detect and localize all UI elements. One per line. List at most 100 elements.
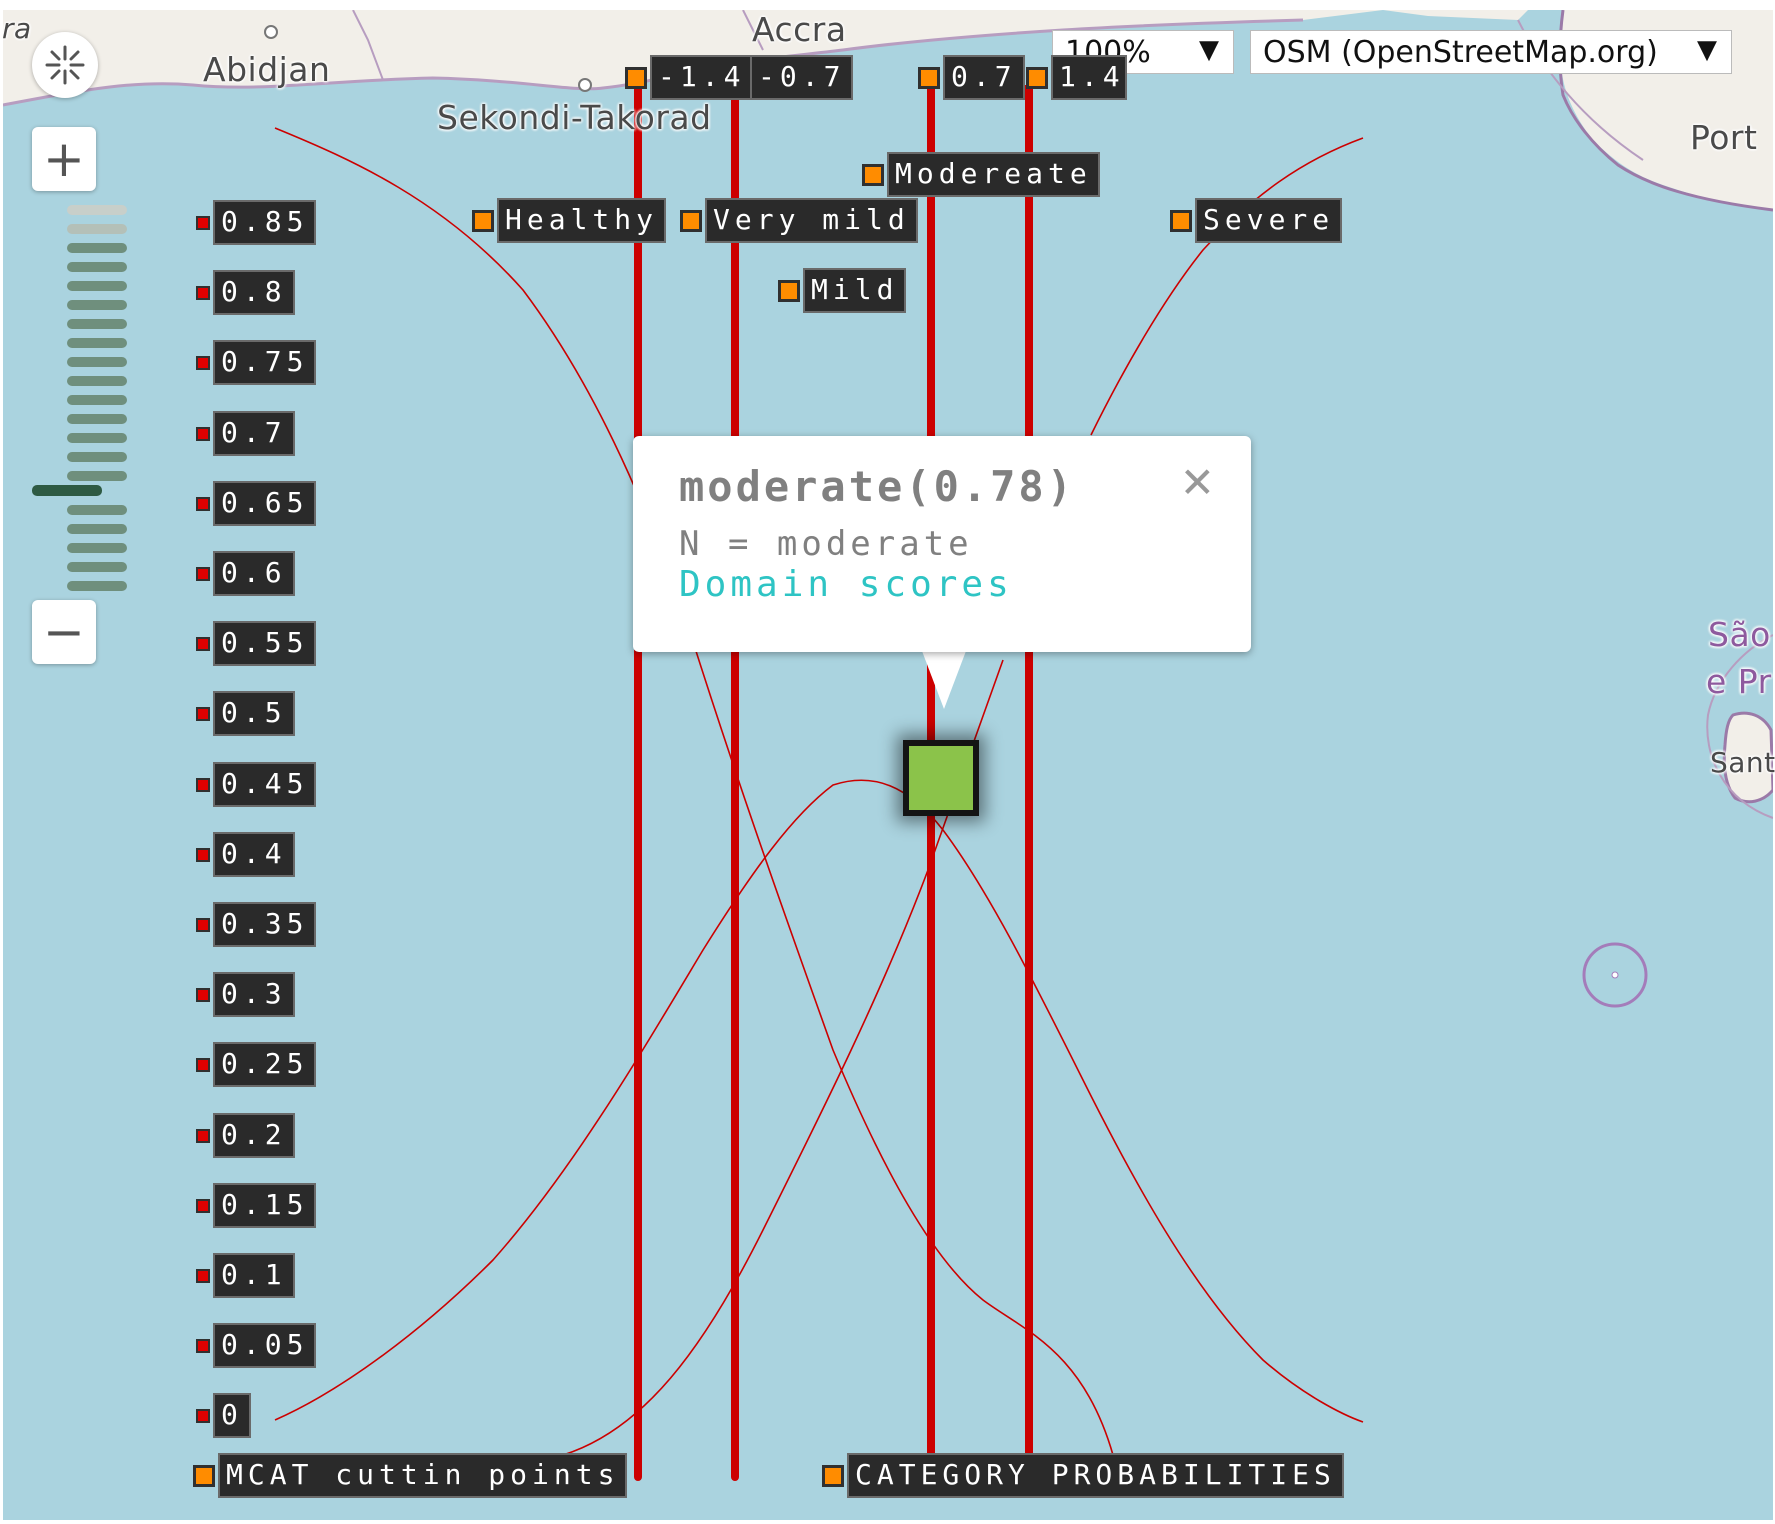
marker-dot-icon	[196, 215, 210, 230]
y-axis-marker[interactable]: 0.3	[196, 972, 295, 1017]
close-icon[interactable]: ✕	[1180, 458, 1215, 507]
zoom-tick	[67, 395, 127, 405]
y-axis-marker[interactable]: 0.85	[196, 200, 317, 245]
y-axis-marker[interactable]: 0.7	[196, 411, 295, 456]
zoom-tick	[67, 224, 127, 234]
y-axis-marker[interactable]: 0.5	[196, 691, 295, 736]
category-label: Severe	[1195, 198, 1343, 243]
zoom-slider-handle[interactable]	[32, 485, 102, 496]
marker-dot-icon	[196, 1408, 210, 1423]
mcat-cutpoints-marker[interactable]: MCAT cuttin points	[193, 1453, 628, 1498]
y-axis-marker[interactable]: 0.55	[196, 621, 317, 666]
cut-value-label: 0.7	[943, 55, 1025, 100]
y-axis-label: 0.6	[213, 551, 295, 596]
y-axis-label: 0.25	[213, 1042, 317, 1087]
marker-dot-icon	[196, 987, 210, 1002]
cut-marker[interactable]: -0.7	[750, 55, 854, 100]
marker-square-icon	[680, 209, 702, 232]
y-axis-marker[interactable]: 0.1	[196, 1253, 295, 1298]
marker-square-icon	[918, 66, 940, 89]
y-axis-label: 0.65	[213, 481, 317, 526]
marker-square-icon	[193, 1464, 215, 1487]
y-axis-marker[interactable]: 0.4	[196, 832, 295, 877]
marker-dot-icon	[196, 1128, 210, 1143]
cut-value-label: -1.4	[650, 55, 754, 100]
y-axis-label: 0.55	[213, 621, 317, 666]
marker-dot-icon	[196, 917, 210, 932]
y-axis-marker[interactable]: 0.6	[196, 551, 295, 596]
cut-marker[interactable]: 0.7	[918, 55, 1025, 100]
place-label-sekondi-takoradi: Sekondi-Takorad	[437, 98, 712, 137]
marker-dot-icon	[196, 1268, 210, 1283]
domain-scores-link[interactable]: Domain scores	[679, 564, 1013, 605]
mcat-cutpoints-label: MCAT cuttin points	[218, 1453, 628, 1498]
category-marker[interactable]: Modereate	[862, 152, 1100, 197]
y-axis-label: 0.35	[213, 902, 317, 947]
selected-score-marker[interactable]	[903, 740, 979, 816]
y-axis-label: 0.2	[213, 1113, 295, 1158]
zoom-out-button[interactable]: −	[32, 600, 96, 664]
y-axis-marker[interactable]: 0.65	[196, 481, 317, 526]
y-axis-marker[interactable]: 0.35	[196, 902, 317, 947]
cut-marker[interactable]: -1.4	[625, 55, 754, 100]
recenter-button[interactable]	[32, 32, 98, 98]
zoom-in-button[interactable]: +	[32, 127, 96, 191]
category-label: Modereate	[887, 152, 1100, 197]
y-axis-marker[interactable]: 0.2	[196, 1113, 295, 1158]
marker-dot-icon	[196, 355, 210, 370]
marker-square-icon	[862, 163, 884, 186]
y-axis-label: 0.5	[213, 691, 295, 736]
category-probabilities-marker[interactable]: CATEGORY PROBABILITIES	[822, 1453, 1344, 1498]
cut-value-label: 1.4	[1051, 55, 1127, 100]
place-label-accra: Accra	[752, 10, 847, 49]
y-axis-label: 0.8	[213, 270, 295, 315]
y-axis-marker[interactable]: 0.25	[196, 1042, 317, 1087]
y-axis-marker[interactable]: 0.15	[196, 1183, 317, 1228]
curve-severe	[1090, 137, 1364, 436]
y-axis-marker[interactable]: 0.75	[196, 340, 317, 385]
chevron-down-icon: ▼	[1697, 35, 1717, 65]
zoom-tick	[67, 357, 127, 367]
y-axis-label: 0.7	[213, 411, 295, 456]
layer-select[interactable]: OSM (OpenStreetMap.org) ▼	[1250, 30, 1732, 74]
zoom-tick	[67, 543, 127, 553]
zoom-slider[interactable]	[32, 205, 127, 595]
town-abidjan	[264, 25, 278, 39]
marker-dot-icon	[196, 1338, 210, 1353]
layer-value: OSM (OpenStreetMap.org)	[1263, 34, 1658, 70]
marker-square-icon	[822, 1464, 844, 1487]
curve-very-mild	[274, 779, 1364, 1423]
cut-marker[interactable]: 1.4	[1026, 55, 1127, 100]
y-axis-label: 0	[213, 1393, 251, 1438]
zoom-tick	[67, 471, 127, 481]
zoom-tick	[67, 281, 127, 291]
category-marker[interactable]: Very mild	[680, 198, 918, 243]
marker-dot-icon	[196, 496, 210, 511]
place-label-sao-tome: São	[1708, 615, 1771, 654]
zoom-tick	[67, 205, 127, 215]
y-axis-label: 0.3	[213, 972, 295, 1017]
y-axis-marker[interactable]: 0.05	[196, 1323, 317, 1368]
category-label: Mild	[803, 268, 907, 313]
y-axis-label: 0.05	[213, 1323, 317, 1368]
y-axis-label: 0.4	[213, 832, 295, 877]
place-label-partial-west: ra	[2, 12, 32, 45]
marker-dot-icon	[196, 1198, 210, 1213]
zoom-tick	[67, 376, 127, 386]
category-marker[interactable]: Healthy	[472, 198, 667, 243]
marker-square-icon	[778, 279, 800, 302]
y-axis-label: 0.85	[213, 200, 317, 245]
category-marker[interactable]: Severe	[1170, 198, 1343, 243]
marker-dot-icon	[196, 285, 210, 300]
category-marker[interactable]: Mild	[778, 268, 907, 313]
category-label: Very mild	[705, 198, 918, 243]
zoom-tick	[67, 433, 127, 443]
popup-category-line: N = moderate	[679, 524, 973, 564]
y-axis-marker[interactable]: 0	[196, 1393, 251, 1438]
zoom-tick	[67, 505, 127, 515]
curve-healthy	[274, 127, 1114, 1456]
place-label-principe: e Pr	[1706, 662, 1772, 701]
y-axis-marker[interactable]: 0.8	[196, 270, 295, 315]
y-axis-marker[interactable]: 0.45	[196, 762, 317, 807]
town-sekondi	[578, 78, 592, 92]
